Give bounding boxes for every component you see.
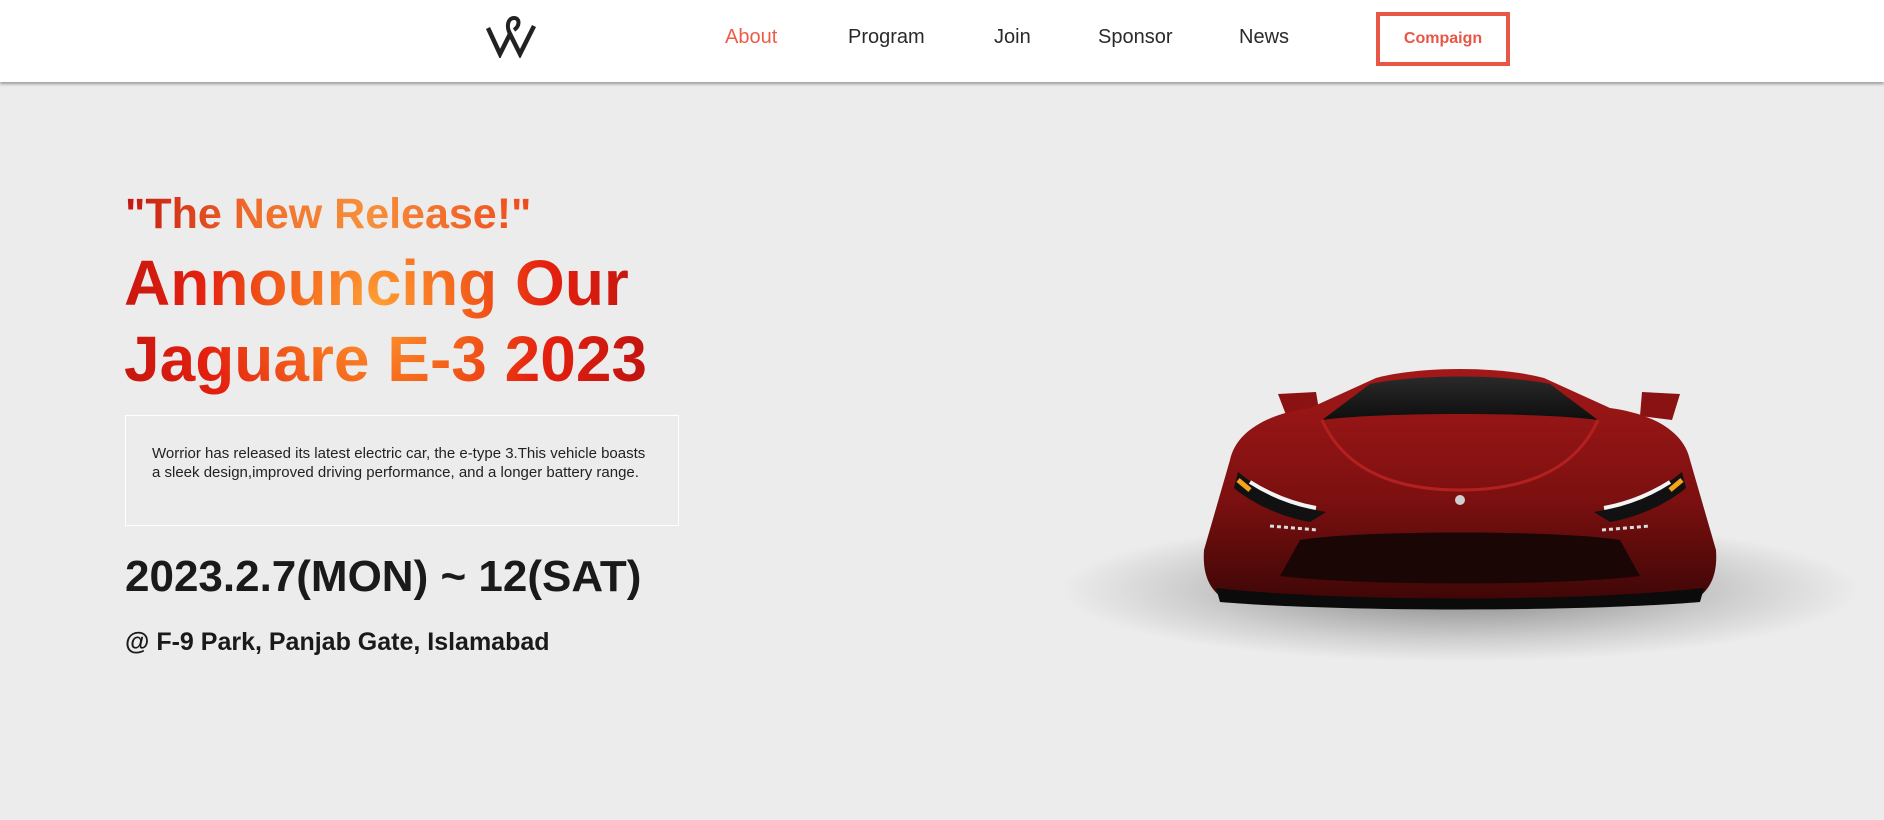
- nav-item-sponsor[interactable]: Sponsor: [1098, 26, 1173, 49]
- w-logo-icon[interactable]: [484, 14, 540, 58]
- event-date: 2023.2.7(MON) ~ 12(SAT): [125, 552, 642, 601]
- description-box: Worrior has released its latest electric…: [125, 415, 679, 526]
- compaign-button[interactable]: Compaign: [1376, 12, 1510, 66]
- nav-item-about[interactable]: About: [725, 26, 777, 49]
- car-image: [1060, 369, 1860, 662]
- hero-title: Announcing Our Jaguare E-3 2023: [124, 245, 684, 397]
- event-location: @ F-9 Park, Panjab Gate, Islamabad: [125, 628, 550, 656]
- nav-item-program[interactable]: Program: [848, 26, 925, 49]
- nav-item-news[interactable]: News: [1239, 26, 1289, 49]
- hero-tagline: "The New Release!": [125, 190, 532, 238]
- site-header: About Program Join Sponsor News Compaign: [0, 0, 1884, 82]
- nav-item-join[interactable]: Join: [994, 26, 1031, 49]
- description-text: Worrior has released its latest electric…: [152, 445, 646, 481]
